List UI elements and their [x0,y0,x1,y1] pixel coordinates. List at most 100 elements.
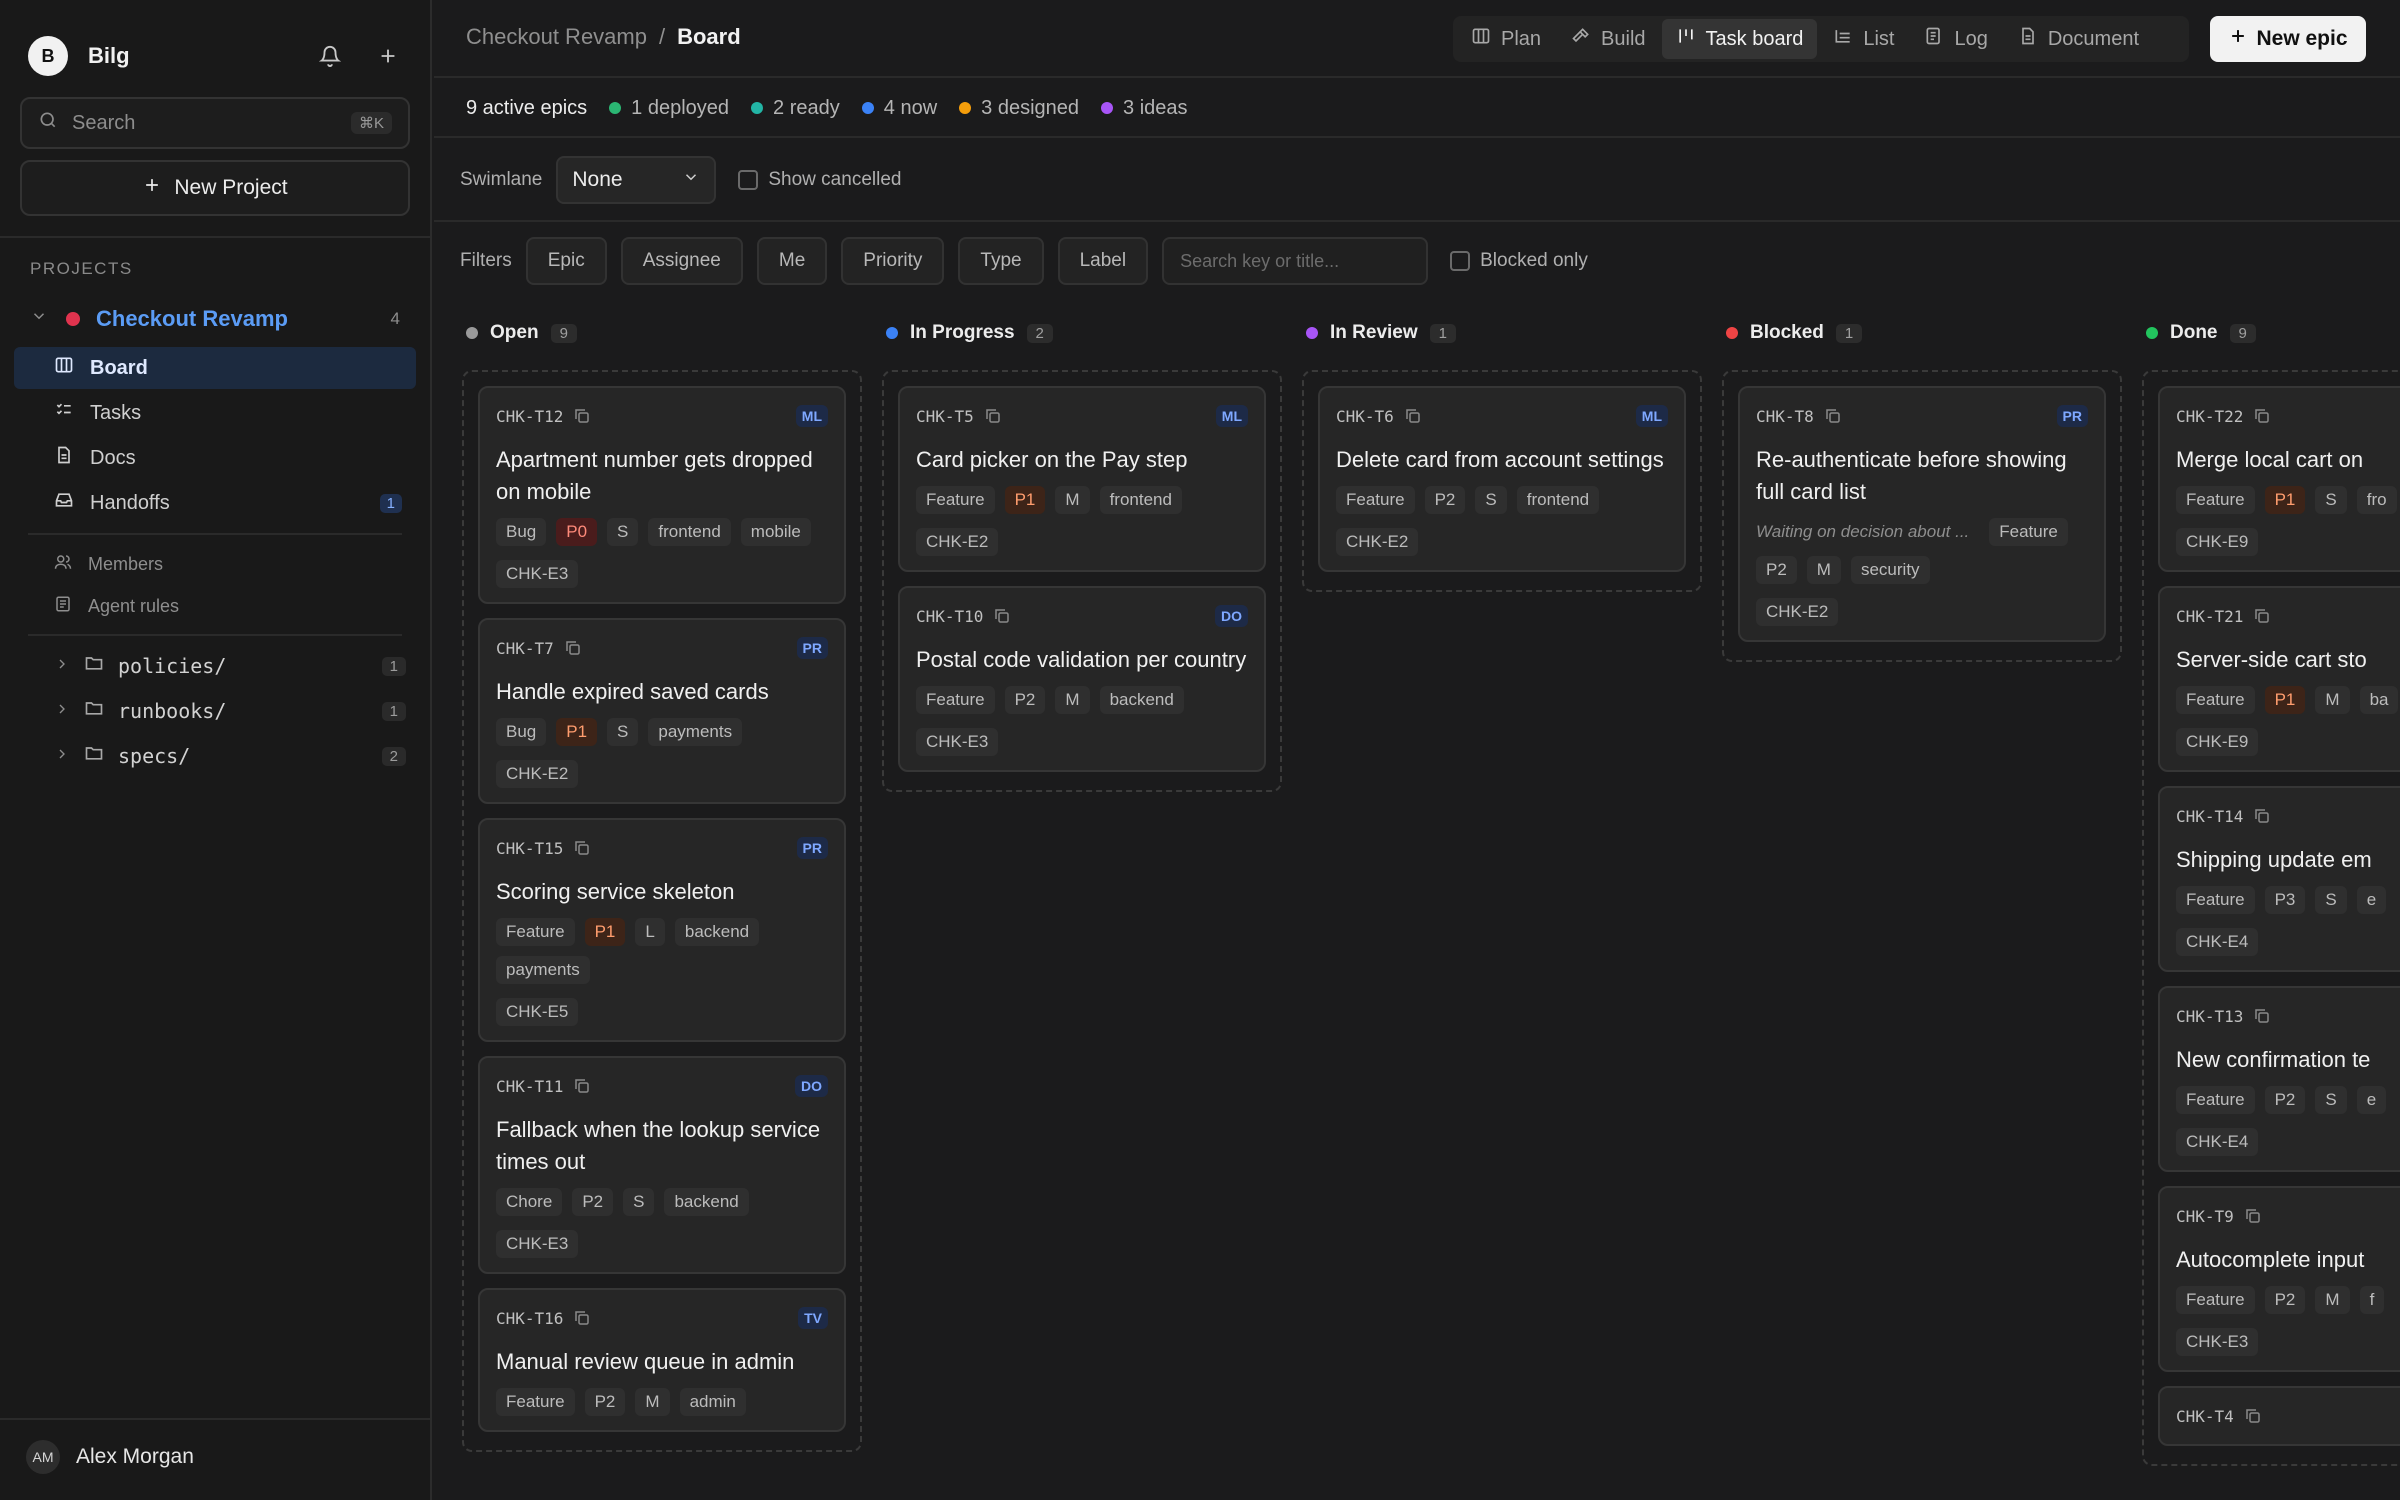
copy-icon[interactable] [564,639,582,657]
stat-deployed[interactable]: 1 deployed [609,97,729,120]
task-card[interactable]: CHK-T15 PR Scoring service skeleton Feature… [478,818,846,1042]
epic-tag[interactable]: CHK-E3 [2176,1328,2259,1356]
epic-tag[interactable]: CHK-E9 [2176,728,2259,756]
search-input[interactable]: Search ⌘K [20,97,410,149]
bell-icon[interactable] [316,42,344,70]
stat-ideas[interactable]: 3 ideas [1101,97,1188,120]
task-card[interactable]: CHK-T10 DO Postal code validation per coun… [898,586,1266,772]
folder-item-specs[interactable]: specs/ 2 [14,735,416,777]
copy-icon[interactable] [2253,607,2271,625]
show-cancelled-checkbox[interactable] [738,170,759,190]
tab-build[interactable]: Build [1557,19,1659,59]
copy-icon[interactable] [2253,1007,2271,1025]
new-project-button[interactable]: New Project [20,160,410,216]
chevron-right-icon[interactable] [54,655,70,678]
user-menu[interactable]: AM Alex Morgan [26,1440,194,1474]
copy-icon[interactable] [2244,1407,2262,1425]
assignee-badge[interactable]: PR [2056,405,2088,427]
new-epic-button[interactable]: New epic [2210,16,2366,62]
assignee-badge[interactable]: DO [1215,605,1248,627]
chevron-right-icon[interactable] [54,700,70,723]
swimlane-select[interactable]: None [556,156,717,204]
task-card[interactable]: CHK-T6 ML Delete card from account setting… [1318,386,1686,572]
tab-task-board[interactable]: Task board [1661,19,1818,59]
filter-label-button[interactable]: Label [1057,237,1149,285]
sidebar-item-agent-rules[interactable]: Agent rules [14,585,416,627]
assignee-badge[interactable]: ML [1635,405,1668,427]
epic-tag[interactable]: CHK-E4 [2176,928,2259,956]
copy-icon[interactable] [2253,407,2271,425]
filter-epic-button[interactable]: Epic [525,237,607,285]
copy-icon[interactable] [573,1309,591,1327]
sidebar-item-docs[interactable]: Docs [14,437,416,479]
epic-tag[interactable]: CHK-E2 [916,528,999,556]
task-card[interactable]: CHK-T21 Server-side cart sto Feature P1 Mba C… [2158,586,2400,772]
stat-designed[interactable]: 3 designed [959,97,1079,120]
task-card[interactable]: CHK-T7 PR Handle expired saved cards Bug P1 S… [478,618,846,804]
copy-icon[interactable] [2244,1207,2262,1225]
copy-icon[interactable] [573,407,591,425]
epic-tag[interactable]: CHK-E3 [496,560,579,588]
filter-type-button[interactable]: Type [958,237,1044,285]
epic-tag[interactable]: CHK-E5 [496,998,579,1026]
sidebar-item-members[interactable]: Members [14,543,416,585]
task-card[interactable]: CHK-T9 Autocomplete input Feature P2 Mf CHK-E… [2158,1186,2400,1372]
chevron-down-icon[interactable] [30,307,48,331]
epic-tag[interactable]: CHK-E2 [1756,598,1839,626]
filter-assignee-button[interactable]: Assignee [620,237,743,285]
assignee-badge[interactable]: ML [1215,405,1248,427]
epic-tag[interactable]: CHK-E2 [496,760,579,788]
copy-icon[interactable] [993,607,1011,625]
copy-icon[interactable] [1824,407,1842,425]
epic-tag[interactable]: CHK-E3 [496,1230,579,1258]
show-cancelled-toggle[interactable]: Show cancelled [738,169,901,191]
task-card[interactable]: CHK-T4 [2158,1386,2400,1446]
filter-priority-button[interactable]: Priority [841,237,945,285]
sidebar-item-tasks[interactable]: Tasks [14,392,416,434]
task-card[interactable]: CHK-T12 ML Apartment number gets dropped o… [478,386,846,604]
epic-tag[interactable]: CHK-E2 [1336,528,1419,556]
column-title: In Review [1330,322,1418,343]
tab-log[interactable]: Log [1910,19,2001,59]
plus-icon[interactable] [374,42,402,70]
copy-icon[interactable] [984,407,1002,425]
tab-document[interactable]: Document [2004,19,2153,59]
copy-icon[interactable] [573,1077,591,1095]
task-card[interactable]: CHK-T11 DO Fallback when the lookup servic… [478,1056,846,1274]
task-card[interactable]: CHK-T14 Shipping update em Feature P3 Se CHK-… [2158,786,2400,972]
task-card[interactable]: CHK-T5 ML Card picker on the Pay step Featu… [898,386,1266,572]
blocked-only-toggle[interactable]: Blocked only [1450,250,1588,272]
folder-item-policies[interactable]: policies/ 1 [14,645,416,687]
assignee-badge[interactable]: TV [798,1307,828,1329]
task-card[interactable]: CHK-T13 New confirmation te Feature P2 Se CHK… [2158,986,2400,1172]
workspace-name[interactable]: Bilg [88,43,130,69]
project-item-checkout-revamp[interactable]: Checkout Revamp 4 [30,302,400,336]
sidebar-item-handoffs[interactable]: Handoffs 1 [14,482,416,524]
epic-tag[interactable]: CHK-E9 [2176,528,2259,556]
filter-me-button[interactable]: Me [756,237,828,285]
copy-icon[interactable] [573,839,591,857]
task-card[interactable]: CHK-T16 TV Manual review queue in admin Fea… [478,1288,846,1432]
epic-tag[interactable]: CHK-E3 [916,728,999,756]
filter-search-input[interactable]: Search key or title... [1162,237,1429,285]
folder-item-runbooks[interactable]: runbooks/ 1 [14,690,416,732]
task-card[interactable]: CHK-T22 Merge local cart on Feature P1 Sfro C… [2158,386,2400,572]
sidebar-item-label: Tasks [90,401,142,424]
copy-icon[interactable] [2253,807,2271,825]
breadcrumb-project[interactable]: Checkout Revamp [466,24,647,50]
task-card[interactable]: CHK-T8 PR Re-authenticate before showing f… [1738,386,2106,642]
stat-ready[interactable]: 2 ready [751,97,840,120]
sidebar-item-board[interactable]: Board [14,347,416,389]
copy-icon[interactable] [1404,407,1422,425]
blocked-only-checkbox[interactable] [1450,251,1471,271]
epic-tag[interactable]: CHK-E4 [2176,1128,2259,1156]
assignee-badge[interactable]: PR [796,637,828,659]
tab-plan[interactable]: Plan [1457,19,1555,59]
tab-list[interactable]: List [1819,19,1908,59]
assignee-badge[interactable]: PR [796,837,828,859]
workspace-logo[interactable]: B [28,36,68,76]
assignee-badge[interactable]: DO [795,1075,828,1097]
stat-now[interactable]: 4 now [861,97,937,120]
chevron-right-icon[interactable] [54,745,70,768]
assignee-badge[interactable]: ML [795,405,828,427]
